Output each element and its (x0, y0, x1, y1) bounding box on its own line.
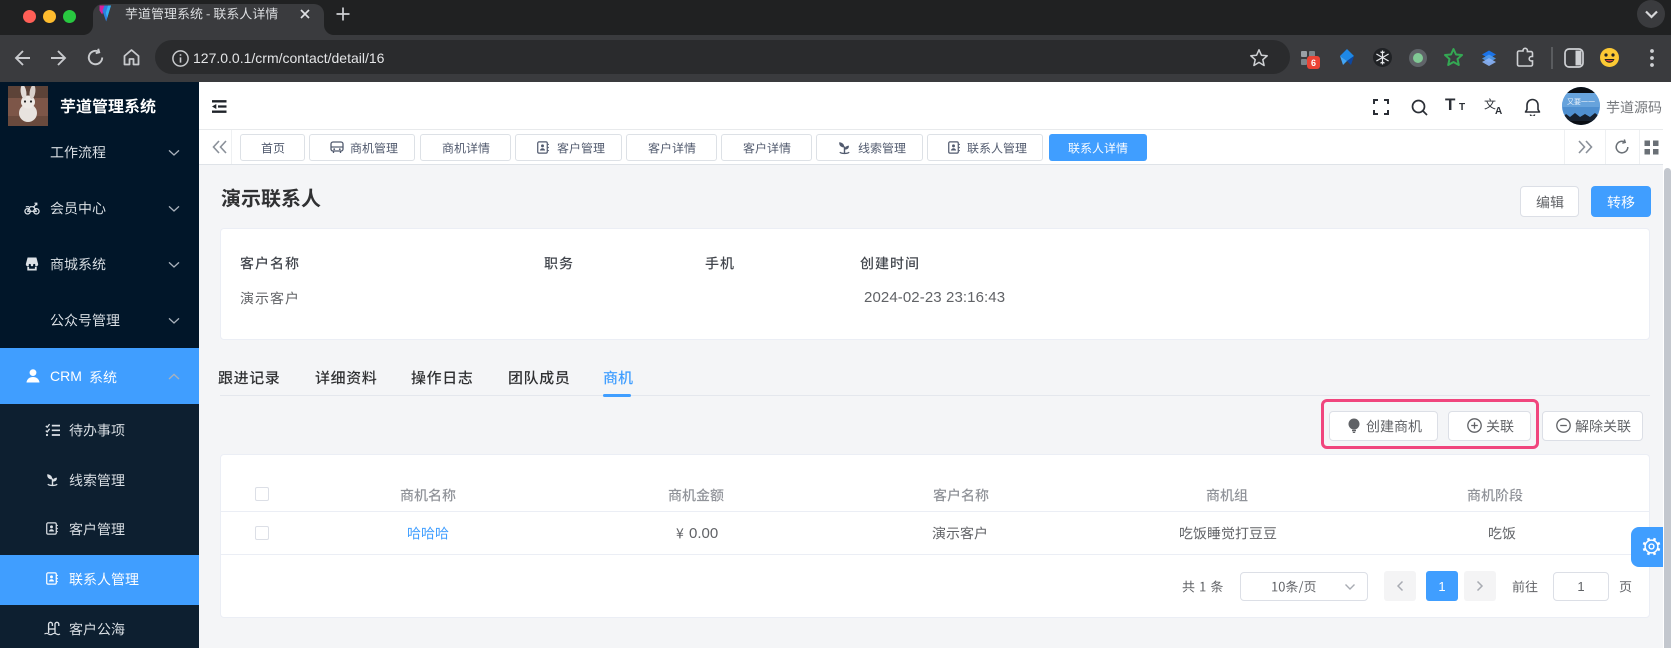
svg-text:又要一一: 又要一一 (1567, 98, 1595, 106)
svg-text:6: 6 (1311, 58, 1316, 68)
